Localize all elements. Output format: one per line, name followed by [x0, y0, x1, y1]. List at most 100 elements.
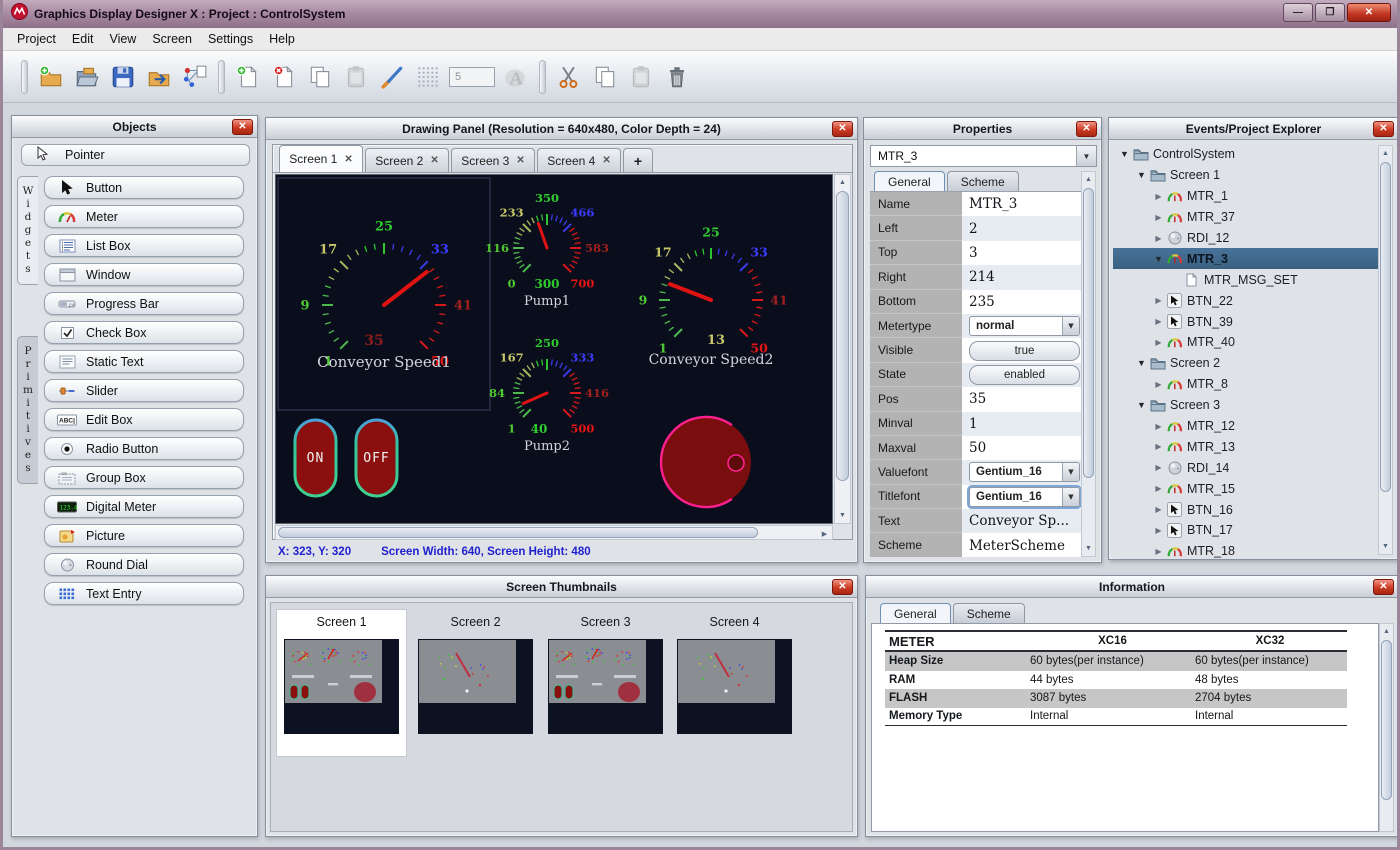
grid-size-input[interactable]: [449, 67, 495, 87]
widget-list-box[interactable]: List Box: [44, 234, 244, 257]
tab-close-icon[interactable]: ✕: [430, 155, 438, 166]
menu-edit[interactable]: Edit: [64, 29, 102, 49]
tree-item-mtr_40[interactable]: ▶MTR_40: [1113, 332, 1380, 353]
save-project-icon[interactable]: [108, 62, 138, 92]
expand-arrow-icon[interactable]: ▶: [1153, 234, 1164, 243]
property-value[interactable]: Gentium_16▼: [962, 485, 1082, 509]
thumbnail-screen-1[interactable]: [284, 639, 399, 734]
widget-picture[interactable]: Picture: [44, 524, 244, 547]
expand-arrow-icon[interactable]: ▶: [1153, 317, 1164, 326]
tree-item-mtr_msg_set[interactable]: MTR_MSG_SET: [1113, 269, 1380, 290]
chevron-down-icon[interactable]: ▼: [1062, 463, 1079, 481]
expand-arrow-icon[interactable]: ▶: [1153, 526, 1164, 535]
widget-text-entry[interactable]: Text Entry: [44, 582, 244, 605]
delete-screen-icon[interactable]: [269, 62, 299, 92]
tree-item-rdi_12[interactable]: ▶RDI_12: [1113, 228, 1380, 249]
objects-tab-widgets[interactable]: Widgets: [17, 176, 38, 285]
properties-tab-general[interactable]: General: [874, 171, 945, 191]
widget-button[interactable]: Button: [44, 176, 244, 199]
format-brush-icon[interactable]: [377, 62, 407, 92]
expand-arrow-icon[interactable]: ▶: [1153, 380, 1164, 389]
information-close-icon[interactable]: ✕: [1373, 579, 1394, 595]
tab-screen-3[interactable]: Screen 3✕: [451, 148, 535, 172]
objects-close-icon[interactable]: ✕: [232, 119, 253, 135]
chevron-down-icon[interactable]: ▼: [1076, 146, 1096, 166]
tree-item-mtr_13[interactable]: ▶MTR_13: [1113, 436, 1380, 457]
new-screen-tab[interactable]: +: [623, 148, 653, 172]
generate-code-icon[interactable]: [180, 62, 210, 92]
new-project-icon[interactable]: [36, 62, 66, 92]
scroll-up-icon[interactable]: ▲: [1081, 172, 1096, 187]
expand-arrow-icon[interactable]: ▶: [1153, 505, 1164, 514]
tab-close-icon[interactable]: ✕: [344, 154, 352, 165]
widget-progress-bar[interactable]: 1%Progress Bar: [44, 292, 244, 315]
tab-close-icon[interactable]: ✕: [516, 155, 524, 166]
information-tab-scheme[interactable]: Scheme: [953, 603, 1025, 623]
tree-item-mtr_37[interactable]: ▶MTR_37: [1113, 207, 1380, 228]
property-button-visible[interactable]: true: [969, 341, 1080, 361]
tree-item-mtr_3[interactable]: ▼MTR_3: [1113, 248, 1380, 269]
menu-help[interactable]: Help: [261, 29, 303, 49]
menu-view[interactable]: View: [101, 29, 144, 49]
drawing-canvas[interactable]: 19172533415035Conveyor Speed101162333504…: [275, 174, 833, 524]
widget-edit-box[interactable]: ABC|Edit Box: [44, 408, 244, 431]
collapse-arrow-icon[interactable]: ▼: [1136, 400, 1147, 410]
widget-check-box[interactable]: Check Box: [44, 321, 244, 344]
properties-tab-scheme[interactable]: Scheme: [947, 171, 1019, 191]
scroll-up-icon[interactable]: ▲: [1379, 624, 1394, 639]
tree-item-mtr_1[interactable]: ▶MTR_1: [1113, 186, 1380, 207]
tab-screen-1[interactable]: Screen 1✕: [279, 145, 363, 172]
tree-item-btn_17[interactable]: ▶BTN_17: [1113, 520, 1380, 541]
widget-slider[interactable]: Slider: [44, 379, 244, 402]
property-dropdown-titlefont[interactable]: Gentium_16▼: [969, 487, 1080, 507]
paste-screen-icon[interactable]: [341, 62, 371, 92]
widget-static-text[interactable]: Static Text: [44, 350, 244, 373]
canvas-button-off[interactable]: OFF: [356, 420, 397, 496]
objects-tab-primitives[interactable]: Primitives: [17, 336, 38, 484]
tree-item-btn_22[interactable]: ▶BTN_22: [1113, 290, 1380, 311]
tree-item-mtr_15[interactable]: ▶MTR_15: [1113, 478, 1380, 499]
tree-item-btn_16[interactable]: ▶BTN_16: [1113, 499, 1380, 520]
tree-item-screen 2[interactable]: ▼Screen 2: [1113, 353, 1380, 374]
dial-knob[interactable]: [728, 455, 744, 471]
meter-MTR_3[interactable]: 19172533415035Conveyor Speed1: [300, 220, 472, 371]
property-value[interactable]: normal▼: [962, 314, 1082, 338]
thumbnail-screen-2[interactable]: [418, 639, 533, 734]
tree-item-controlsystem[interactable]: ▼ControlSystem: [1113, 144, 1380, 165]
expand-arrow-icon[interactable]: ▶: [1153, 296, 1164, 305]
tree-item-rdi_14[interactable]: ▶RDI_14: [1113, 457, 1380, 478]
drawing-close-icon[interactable]: ✕: [832, 121, 853, 137]
expand-arrow-icon[interactable]: ▶: [1153, 338, 1164, 347]
close-button[interactable]: ✕: [1347, 3, 1391, 22]
restore-button[interactable]: ❐: [1315, 3, 1345, 22]
delete-icon[interactable]: [662, 62, 692, 92]
expand-arrow-icon[interactable]: ▶: [1153, 547, 1164, 556]
export-project-icon[interactable]: [144, 62, 174, 92]
tree-item-screen 3[interactable]: ▼Screen 3: [1113, 395, 1380, 416]
collapse-arrow-icon[interactable]: ▼: [1136, 358, 1147, 368]
menu-screen[interactable]: Screen: [144, 29, 200, 49]
scroll-down-icon[interactable]: ▼: [1378, 539, 1393, 554]
copy-screen-icon[interactable]: [305, 62, 335, 92]
information-tab-general[interactable]: General: [880, 603, 951, 623]
tree-item-mtr_18[interactable]: ▶MTR_18: [1113, 541, 1380, 559]
grid-icon[interactable]: [413, 62, 443, 92]
explorer-scrollbar[interactable]: ▲ ▼: [1378, 145, 1393, 555]
widget-window[interactable]: Window: [44, 263, 244, 286]
collapse-arrow-icon[interactable]: ▼: [1136, 170, 1147, 180]
property-dropdown-valuefont[interactable]: Gentium_16▼: [969, 462, 1080, 482]
expand-arrow-icon[interactable]: ▶: [1153, 213, 1164, 222]
properties-scrollbar[interactable]: ▲ ▼: [1081, 171, 1096, 557]
thumbnails-close-icon[interactable]: ✕: [832, 579, 853, 595]
widget-digital-meter[interactable]: 123.4Digital Meter: [44, 495, 244, 518]
expand-arrow-icon[interactable]: ▶: [1153, 442, 1164, 451]
collapse-arrow-icon[interactable]: ▼: [1153, 254, 1164, 264]
paste-icon[interactable]: [626, 62, 656, 92]
font-icon[interactable]: A: [501, 62, 531, 92]
menu-project[interactable]: Project: [9, 29, 64, 49]
meter-MTR_40[interactable]: 19172533415013Conveyor Speed2: [639, 224, 788, 368]
canvas-button-on[interactable]: ON: [295, 420, 336, 496]
scroll-down-icon[interactable]: ▼: [835, 508, 850, 523]
meter-MTR_37[interactable]: 18416725033341650040Pump2: [489, 336, 609, 454]
tab-screen-2[interactable]: Screen 2✕: [365, 148, 449, 172]
